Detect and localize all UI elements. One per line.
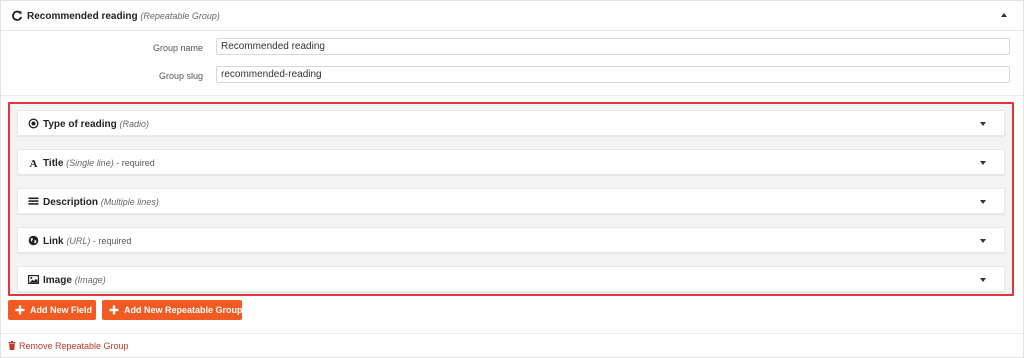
field-label: Description (Multiple lines) [43,197,159,208]
field-required: - required [90,236,132,246]
caret-down-icon[interactable] [980,200,986,204]
lines-icon [28,197,39,205]
field-label: Image (Image) [43,275,106,286]
group-header[interactable]: Recommended reading (Repeatable Group) [1,1,1023,31]
field-type: (Multiple lines) [100,197,159,207]
field-type: (URL) [66,236,91,246]
field-name: Description [43,197,99,208]
group-name-input[interactable] [216,38,1010,55]
repeatable-group-panel: Recommended reading (Repeatable Group) G… [0,0,1024,358]
field-label: Type of reading (Radio) [43,119,149,130]
group-name-row: Group name [1,38,1023,60]
add-new-field-label: Add New Field [30,305,93,315]
field-item-image[interactable]: Image (Image) [17,266,1005,292]
group-slug-input[interactable] [216,66,1010,83]
group-name-label: Group name [152,43,203,53]
group-type-label: (Repeatable Group) [140,11,220,21]
divider [1,95,1023,96]
group-title: Recommended reading (Repeatable Group) [27,11,220,22]
add-new-repeatable-group-label: Add New Repeatable Group [124,305,243,315]
field-required: - required [113,158,155,168]
globe-icon [28,235,39,246]
caret-down-icon[interactable] [980,278,986,282]
group-title-text: Recommended reading [27,11,138,22]
plus-icon [109,305,119,315]
field-item-type-of-reading[interactable]: Type of reading (Radio) [17,110,1005,136]
field-item-title[interactable]: A Title (Single line) - required [17,149,1005,175]
field-name: Image [43,275,72,286]
svg-text:A: A [30,158,38,168]
caret-up-icon[interactable] [1001,13,1007,17]
field-type: (Single line) [66,158,114,168]
add-new-repeatable-group-button[interactable]: Add New Repeatable Group [102,300,243,320]
add-new-field-button[interactable]: Add New Field [8,300,96,320]
group-slug-row: Group slug [1,66,1023,88]
group-slug-label: Group slug [158,71,203,81]
text-icon: A [30,158,38,168]
field-type: (Radio) [119,119,150,129]
caret-down-icon[interactable] [980,239,986,243]
fields-list: Type of reading (Radio) A Title (Single … [8,102,1014,296]
field-item-link[interactable]: Link (URL) - required [17,227,1005,253]
field-label: Link (URL) - required [43,236,131,247]
radio-icon [28,118,39,129]
caret-down-icon[interactable] [980,161,986,165]
field-name: Title [43,158,64,169]
remove-repeatable-group-link[interactable]: Remove Repeatable Group [8,341,129,351]
remove-repeatable-group-label: Remove Repeatable Group [19,341,129,351]
footer-divider [1,333,1023,334]
field-name: Link [43,236,64,247]
image-icon [28,275,39,285]
trash-icon [8,341,16,350]
caret-down-icon[interactable] [980,122,986,126]
field-label: Title (Single line) - required [43,158,155,169]
plus-icon [15,305,25,315]
field-type: (Image) [74,275,106,285]
field-item-description[interactable]: Description (Multiple lines) [17,188,1005,214]
field-name: Type of reading [43,119,117,130]
refresh-icon [12,10,23,21]
